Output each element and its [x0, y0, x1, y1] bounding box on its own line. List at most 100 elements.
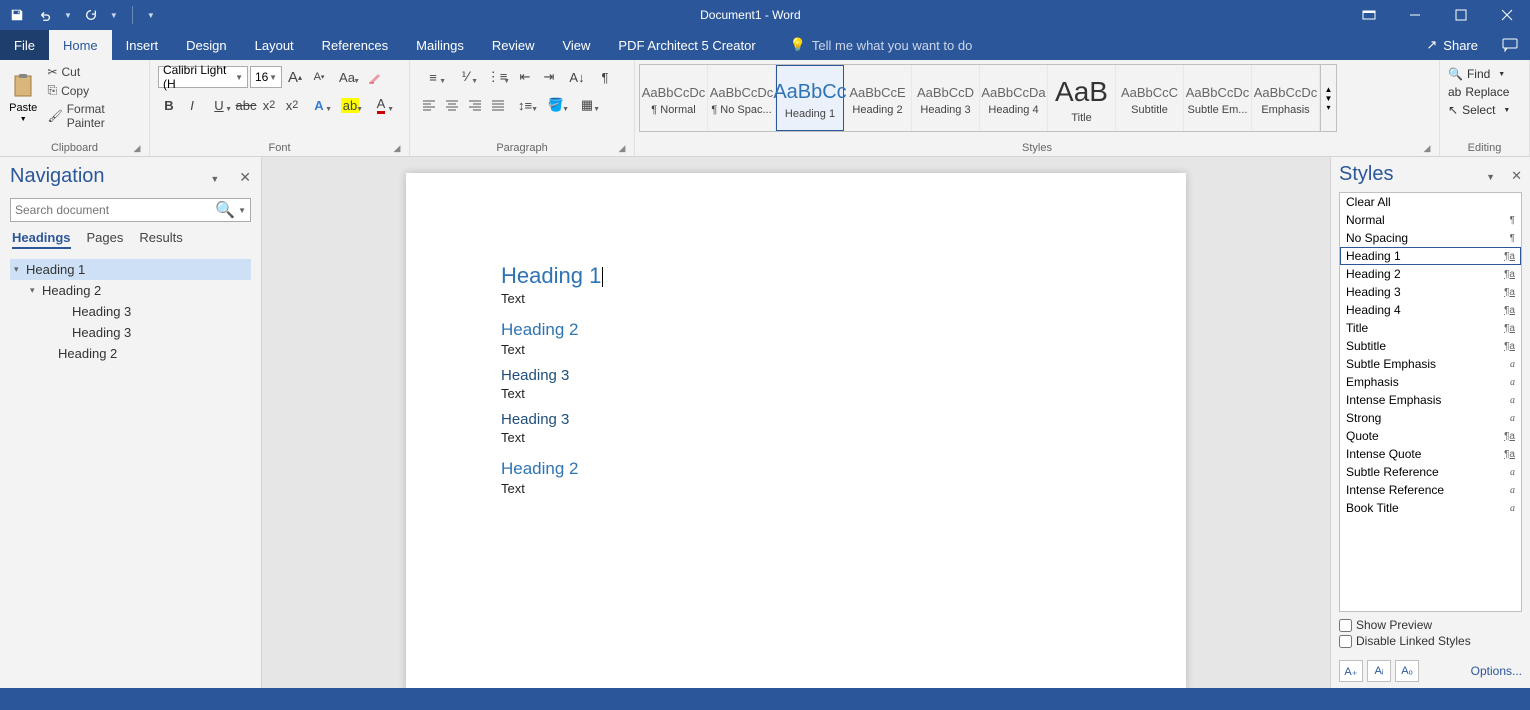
nav-tree-item[interactable]: Heading 3 [10, 322, 251, 343]
tree-toggle-icon[interactable]: ▾ [14, 264, 26, 275]
italic-icon[interactable]: I [181, 94, 203, 116]
style-gallery-item[interactable]: AaBbCcDcSubtle Em... [1184, 65, 1252, 131]
style-list-item[interactable]: Normal¶ [1340, 211, 1521, 229]
justify-icon[interactable] [487, 94, 509, 116]
document-canvas[interactable]: Heading 1 Text Heading 2 Text Heading 3 Text H… [262, 157, 1330, 688]
tree-toggle-icon[interactable]: ▾ [30, 285, 42, 296]
share-button[interactable]: ↗ Share [1414, 30, 1490, 60]
subscript-icon[interactable]: x2 [258, 94, 280, 116]
style-inspector-icon[interactable]: Aᵢ [1367, 660, 1391, 682]
style-list-item[interactable]: Emphasisa [1340, 373, 1521, 391]
font-size-combo[interactable]: 16▼ [250, 66, 282, 88]
doc-h2[interactable]: Heading 2 [501, 320, 1091, 340]
grow-font-icon[interactable]: A▴ [284, 66, 306, 88]
style-gallery-item[interactable]: AaBbCcHeading 1 [776, 65, 844, 131]
doc-text[interactable]: Text [501, 430, 1091, 445]
text-effects-icon[interactable]: A▼ [304, 94, 334, 116]
redo-icon[interactable] [82, 6, 100, 24]
undo-icon[interactable] [36, 6, 54, 24]
doc-h3[interactable]: Heading 3 [501, 367, 1091, 384]
nav-tree-item[interactable]: ▾Heading 2 [10, 280, 251, 301]
tab-design[interactable]: Design [172, 30, 240, 60]
change-case-icon[interactable]: Aa▼ [332, 66, 362, 88]
nav-tree-item[interactable]: ▾Heading 1 [10, 259, 251, 280]
font-color-icon[interactable]: A▼ [366, 94, 396, 116]
style-list-item[interactable]: Intense Emphasisa [1340, 391, 1521, 409]
nav-search-box[interactable]: 🔍▼ [10, 198, 251, 222]
superscript-icon[interactable]: x2 [281, 94, 303, 116]
paste-button[interactable]: Paste ▼ [4, 62, 42, 132]
shrink-font-icon[interactable]: A▾ [308, 66, 330, 88]
clear-formatting-icon[interactable] [364, 66, 386, 88]
replace-button[interactable]: abReplace [1444, 84, 1514, 100]
align-center-icon[interactable] [441, 94, 463, 116]
style-list-item[interactable]: Clear All [1340, 193, 1521, 211]
tab-home[interactable]: Home [49, 30, 112, 60]
style-list-item[interactable]: Stronga [1340, 409, 1521, 427]
search-icon[interactable]: 🔍 [215, 200, 235, 220]
doc-text[interactable]: Text [501, 342, 1091, 357]
style-gallery-item[interactable]: AaBTitle [1048, 65, 1116, 131]
cut-button[interactable]: ✂Cut [44, 64, 145, 80]
doc-h3[interactable]: Heading 3 [501, 411, 1091, 428]
shading-icon[interactable]: 🪣▼ [541, 94, 571, 116]
nav-tree-item[interactable]: Heading 3 [10, 301, 251, 322]
doc-text[interactable]: Text [501, 481, 1091, 496]
sort-icon[interactable]: A↓ [562, 66, 592, 88]
numbering-icon[interactable]: ⅟▼ [450, 66, 480, 88]
style-list-item[interactable]: Subtitle¶a [1340, 337, 1521, 355]
copy-button[interactable]: ⎘Copy [44, 82, 145, 99]
styles-launcher-icon[interactable]: ◢ [1421, 142, 1433, 154]
doc-h1[interactable]: Heading 1 [501, 263, 1091, 289]
comments-icon[interactable] [1490, 30, 1530, 60]
style-list-item[interactable]: Quote¶a [1340, 427, 1521, 445]
show-marks-icon[interactable]: ¶ [594, 66, 616, 88]
ribbon-display-icon[interactable] [1346, 0, 1392, 30]
strikethrough-icon[interactable]: abc [235, 94, 257, 116]
style-list-item[interactable]: Heading 3¶a [1340, 283, 1521, 301]
search-input[interactable] [15, 203, 215, 217]
maximize-icon[interactable] [1438, 0, 1484, 30]
tab-layout[interactable]: Layout [241, 30, 308, 60]
underline-icon[interactable]: U▼ [204, 94, 234, 116]
style-list-item[interactable]: Heading 2¶a [1340, 265, 1521, 283]
style-list-item[interactable]: Subtle Emphasisa [1340, 355, 1521, 373]
select-button[interactable]: ↖Select▼ [1444, 102, 1514, 118]
style-list-item[interactable]: Subtle Referencea [1340, 463, 1521, 481]
bullets-icon[interactable]: ≡▼ [418, 66, 448, 88]
multilevel-icon[interactable]: ⋮≡▼ [482, 66, 512, 88]
tell-me-search[interactable]: 💡 Tell me what you want to do [770, 30, 973, 60]
style-gallery-item[interactable]: AaBbCcDHeading 3 [912, 65, 980, 131]
style-gallery-item[interactable]: AaBbCcEHeading 2 [844, 65, 912, 131]
nav-tab-pages[interactable]: Pages [87, 230, 124, 249]
save-icon[interactable] [8, 6, 26, 24]
minimize-icon[interactable] [1392, 0, 1438, 30]
tab-view[interactable]: View [548, 30, 604, 60]
styles-pane-dropdown-icon[interactable]: ▼ [1486, 172, 1511, 182]
align-right-icon[interactable] [464, 94, 486, 116]
nav-tab-headings[interactable]: Headings [12, 230, 71, 249]
style-list-item[interactable]: Intense Referencea [1340, 481, 1521, 499]
borders-icon[interactable]: ▦▼ [572, 94, 602, 116]
paragraph-launcher-icon[interactable]: ◢ [616, 142, 628, 154]
styles-pane-close-icon[interactable]: ✕ [1511, 168, 1522, 183]
style-list-item[interactable]: Title¶a [1340, 319, 1521, 337]
nav-tab-results[interactable]: Results [139, 230, 182, 249]
new-style-icon[interactable]: A₊ [1339, 660, 1363, 682]
line-spacing-icon[interactable]: ↕≡▼ [510, 94, 540, 116]
tab-file[interactable]: File [0, 30, 49, 60]
format-painter-button[interactable]: 🖌Format Painter [44, 101, 145, 131]
style-list-item[interactable]: Heading 1¶a [1340, 247, 1521, 265]
tab-insert[interactable]: Insert [112, 30, 173, 60]
style-list-item[interactable]: Book Titlea [1340, 499, 1521, 517]
styles-options-link[interactable]: Options... [1471, 664, 1522, 678]
highlight-icon[interactable]: ab▼ [335, 94, 365, 116]
close-icon[interactable] [1484, 0, 1530, 30]
disable-linked-checkbox[interactable]: Disable Linked Styles [1339, 634, 1522, 648]
tab-mailings[interactable]: Mailings [402, 30, 478, 60]
tab-references[interactable]: References [308, 30, 402, 60]
clipboard-launcher-icon[interactable]: ◢ [131, 142, 143, 154]
style-gallery-item[interactable]: AaBbCcDc¶ No Spac... [708, 65, 776, 131]
manage-styles-icon[interactable]: Aₒ [1395, 660, 1419, 682]
style-list-item[interactable]: No Spacing¶ [1340, 229, 1521, 247]
